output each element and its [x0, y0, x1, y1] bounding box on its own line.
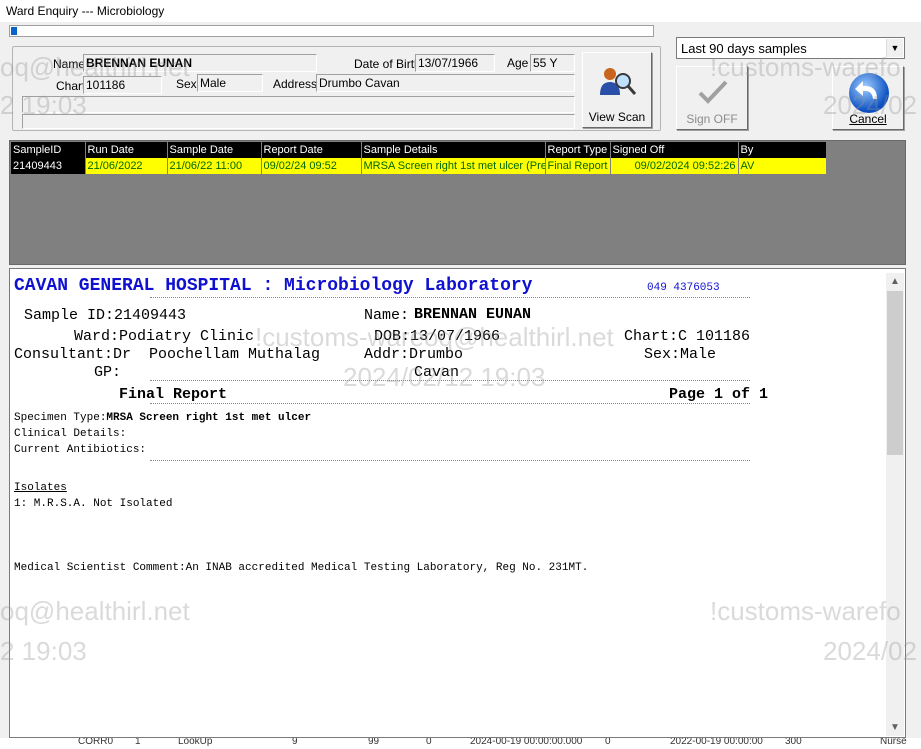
report-name-label: Name: — [364, 307, 410, 324]
chart-line: Chart:C 101186 — [624, 328, 751, 345]
report-name: BRENNAN EUNAN — [414, 306, 532, 323]
addr-line-2: Cavan — [414, 364, 460, 381]
window-title: Ward Enquiry --- Microbiology — [6, 4, 165, 18]
cell-signed-off[interactable]: 09/02/2024 09:52:26 — [610, 158, 739, 174]
sample-range-value: Last 90 days samples — [681, 41, 807, 56]
strip-text: 0 — [605, 738, 611, 747]
addr-line: Addr:Drumbo — [364, 346, 464, 363]
page-indicator: Page 1 of 1 — [669, 386, 769, 403]
info-field-2[interactable] — [22, 114, 575, 129]
hospital-phone: 049 4376053 — [647, 282, 720, 294]
sex-field[interactable]: Male — [197, 74, 263, 92]
cell-sample-id[interactable]: 21409443 — [11, 158, 86, 174]
strip-text: 9 — [292, 738, 298, 747]
strip-text: 300 — [785, 738, 802, 747]
report-type: Final Report — [119, 386, 228, 403]
name-label: Name — [53, 57, 86, 71]
clinical-divider — [150, 460, 750, 461]
sign-off-button[interactable]: Sign OFF — [676, 66, 748, 130]
dob-label: Date of Birth — [354, 57, 421, 71]
strip-text: 0 — [426, 738, 432, 747]
col-report-date[interactable]: Report Date — [261, 142, 362, 158]
progress-bar — [9, 25, 654, 37]
samples-grid[interactable]: SampleID Run Date Sample Date Report Dat… — [9, 140, 906, 265]
cell-sample-date[interactable]: 21/06/22 11:00 — [167, 158, 262, 174]
undo-arrow-icon — [849, 73, 889, 113]
strip-text: CORR0 — [78, 738, 114, 747]
chart-label: Chart — [56, 79, 86, 93]
scientist-comment: Medical Scientist Comment:An INAB accred… — [14, 562, 589, 574]
strip-text: LookUp — [178, 738, 213, 747]
cancel-button[interactable]: Cancel — [832, 66, 904, 130]
age-label: Age — [507, 56, 529, 70]
background-window-strip: CORR0 1 LookUp 9 99 0 2024-00-19 00:00:0… — [0, 738, 921, 749]
strip-text: 2024-00-19 00:00:00.000 — [470, 738, 583, 747]
dob-line: DOB:13/07/1966 — [374, 328, 501, 345]
chevron-down-icon[interactable]: ▼ — [886, 39, 903, 57]
col-signed-off[interactable]: Signed Off — [610, 142, 739, 158]
specimen-line: Specimen Type:MRSA Screen right 1st met … — [14, 412, 312, 424]
col-report-type[interactable]: Report Type — [545, 142, 611, 158]
cancel-label: Cancel — [849, 112, 887, 126]
scroll-thumb[interactable] — [887, 291, 903, 455]
info-field-1[interactable] — [22, 96, 575, 113]
dob-field[interactable]: 13/07/1966 — [415, 54, 495, 72]
age-field[interactable]: 55 Y — [530, 54, 575, 72]
strip-text: 2022-00-19 00:00:00 — [670, 738, 763, 747]
title-divider — [150, 297, 750, 298]
table-row[interactable]: 21409443 21/06/2022 21/06/22 11:00 09/02… — [11, 158, 827, 174]
gp-line: GP: — [94, 364, 122, 381]
title-bar: Ward Enquiry --- Microbiology — [0, 0, 921, 22]
isolates-header: Isolates — [14, 482, 67, 494]
col-sample-id[interactable]: SampleID — [11, 142, 86, 158]
header-divider — [150, 403, 750, 404]
cell-report-date[interactable]: 09/02/24 09:52 — [261, 158, 362, 174]
grid-header-row: SampleID Run Date Sample Date Report Dat… — [11, 142, 827, 158]
col-sample-details[interactable]: Sample Details — [361, 142, 546, 158]
view-scan-label: View Scan — [588, 110, 646, 124]
chart-field[interactable]: 101186 — [83, 76, 162, 94]
name-field[interactable]: BRENNAN EUNAN — [83, 54, 317, 72]
strip-text: Nurse — [880, 738, 907, 747]
col-by[interactable]: By — [738, 142, 827, 158]
cell-run-date[interactable]: 21/06/2022 — [85, 158, 168, 174]
col-sample-date[interactable]: Sample Date — [167, 142, 262, 158]
ward-line: Ward:Podiatry Clinic — [74, 328, 255, 345]
current-antibiotics: Current Antibiotics: — [14, 444, 147, 456]
view-scan-icon — [600, 68, 637, 95]
checkmark-icon — [698, 80, 728, 104]
clinical-details: Clinical Details: — [14, 428, 127, 440]
cell-report-type[interactable]: Final Report — [545, 158, 611, 174]
strip-text: 99 — [368, 738, 380, 747]
report-viewer[interactable]: CAVAN GENERAL HOSPITAL : Microbiology La… — [9, 268, 906, 738]
consultant-line: Consultant:Dr Poochellam Muthalag — [14, 346, 321, 363]
sex-label: Sex — [176, 77, 197, 91]
view-scan-button[interactable]: View Scan — [582, 52, 652, 128]
isolate-1: 1: M.R.S.A. Not Isolated — [14, 498, 173, 510]
scroll-down-icon[interactable]: ▼ — [886, 719, 904, 736]
samples-table: SampleID Run Date Sample Date Report Dat… — [11, 142, 827, 174]
sex-line: Sex:Male — [644, 346, 717, 363]
scroll-up-icon[interactable]: ▲ — [886, 273, 904, 290]
col-run-date[interactable]: Run Date — [85, 142, 168, 158]
report-scrollbar[interactable]: ▲ ▼ — [886, 273, 904, 736]
sign-off-label: Sign OFF — [686, 112, 738, 126]
sample-range-select[interactable]: Last 90 days samples ▼ — [676, 37, 905, 59]
cell-sample-details[interactable]: MRSA Screen right 1st met ulcer (Pre — [361, 158, 546, 174]
strip-text: 1 — [135, 738, 141, 747]
address-label: Address — [273, 77, 318, 91]
hospital-title: CAVAN GENERAL HOSPITAL : Microbiology La… — [14, 276, 533, 296]
progress-fill — [11, 27, 17, 35]
address-divider — [150, 380, 750, 381]
address-field[interactable]: Drumbo Cavan — [316, 74, 575, 92]
sample-id-line: Sample ID:21409443 — [24, 307, 187, 324]
cell-by[interactable]: AV — [738, 158, 827, 174]
